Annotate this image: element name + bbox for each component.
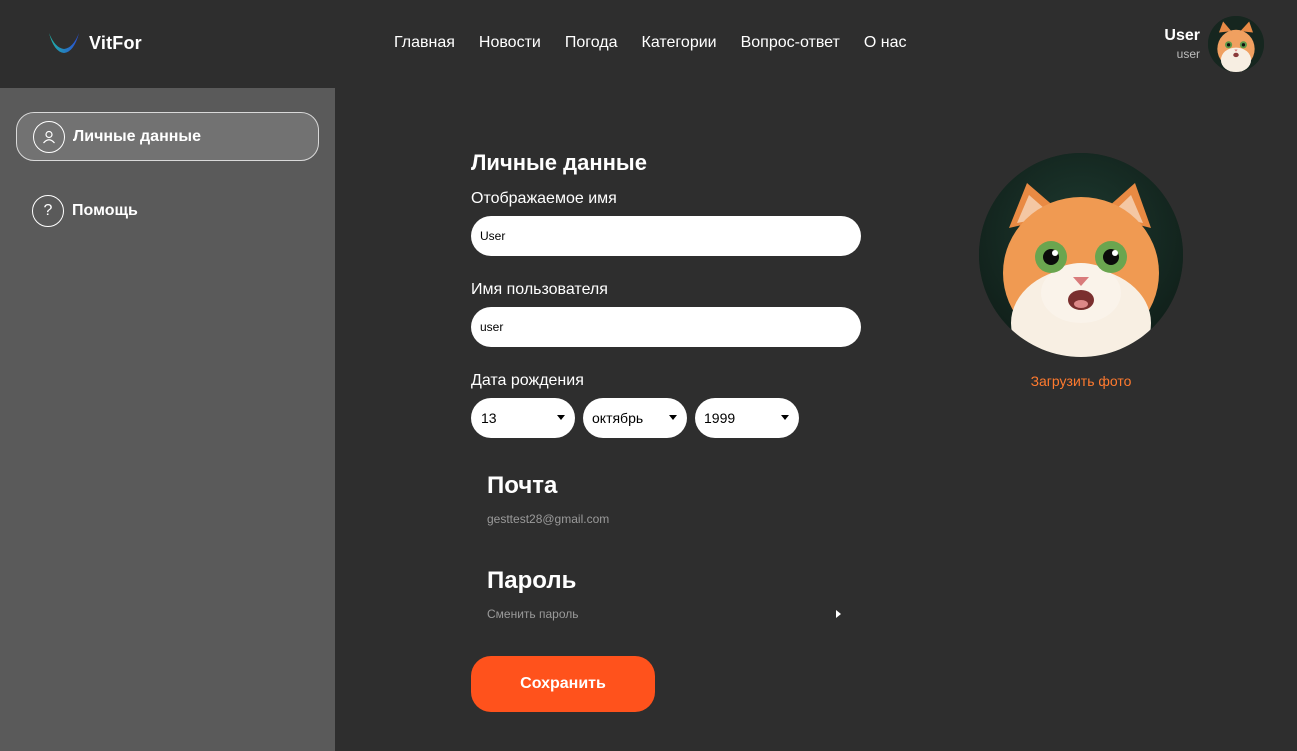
sidebar: Личные данные ? Помощь [0, 88, 335, 751]
question-icon: ? [32, 194, 64, 227]
chevron-down-icon [557, 415, 565, 420]
avatar[interactable] [1208, 16, 1264, 72]
birth-day-value: 13 [481, 410, 497, 426]
user-username: user [1176, 47, 1200, 61]
user-menu[interactable]: User user [1164, 16, 1264, 72]
email-section-title: Почта [487, 472, 558, 499]
sidebar-item-personal-data[interactable]: Личные данные [16, 112, 319, 161]
birth-day-select[interactable]: 13 [471, 398, 575, 438]
email-value: gesttest28@gmail.com [487, 512, 610, 526]
sidebar-item-help[interactable]: ? Помощь [16, 186, 319, 235]
brand-name: VitFor [89, 32, 142, 53]
display-name-input[interactable] [471, 216, 861, 256]
logo-icon [49, 33, 79, 53]
username-label: Имя пользователя [471, 281, 608, 298]
profile-photo [979, 153, 1183, 357]
cat-photo-image [979, 153, 1183, 357]
birth-year-select[interactable]: 1999 [695, 398, 799, 438]
nav-link-categories[interactable]: Категории [642, 34, 717, 52]
upload-photo-link[interactable]: Загрузить фото [979, 373, 1183, 389]
nav-link-news[interactable]: Новости [479, 34, 541, 52]
chevron-right-icon[interactable] [836, 610, 841, 618]
brand-logo[interactable]: VitFor [47, 30, 142, 56]
birth-year-value: 1999 [704, 410, 736, 426]
main-nav: Главная Новости Погода Категории Вопрос-… [394, 34, 906, 52]
sidebar-item-label: Помощь [72, 201, 138, 219]
password-section-title: Пароль [487, 567, 577, 594]
sidebar-item-label: Личные данные [73, 127, 201, 145]
username-input[interactable] [471, 307, 861, 347]
birth-month-value: октябрь [592, 410, 644, 426]
save-button[interactable]: Сохранить [471, 656, 655, 712]
birthdate-label: Дата рождения [471, 372, 584, 389]
nav-link-faq[interactable]: Вопрос-ответ [741, 34, 840, 52]
page-title: Личные данные [471, 150, 647, 175]
nav-link-home[interactable]: Главная [394, 34, 455, 52]
change-password-link[interactable]: Сменить пароль [487, 607, 579, 621]
top-header: VitFor Главная Новости Погода Категории … [0, 0, 1297, 88]
user-names: User user [1164, 26, 1200, 62]
user-display-name: User [1164, 27, 1200, 44]
display-name-label: Отображаемое имя [471, 190, 617, 207]
birth-month-select[interactable]: октябрь [583, 398, 687, 438]
chevron-down-icon [781, 415, 789, 420]
user-icon [33, 120, 65, 153]
nav-link-about[interactable]: О нас [864, 34, 907, 52]
cat-avatar-image [1208, 16, 1264, 72]
nav-link-weather[interactable]: Погода [565, 34, 618, 52]
chevron-down-icon [669, 415, 677, 420]
